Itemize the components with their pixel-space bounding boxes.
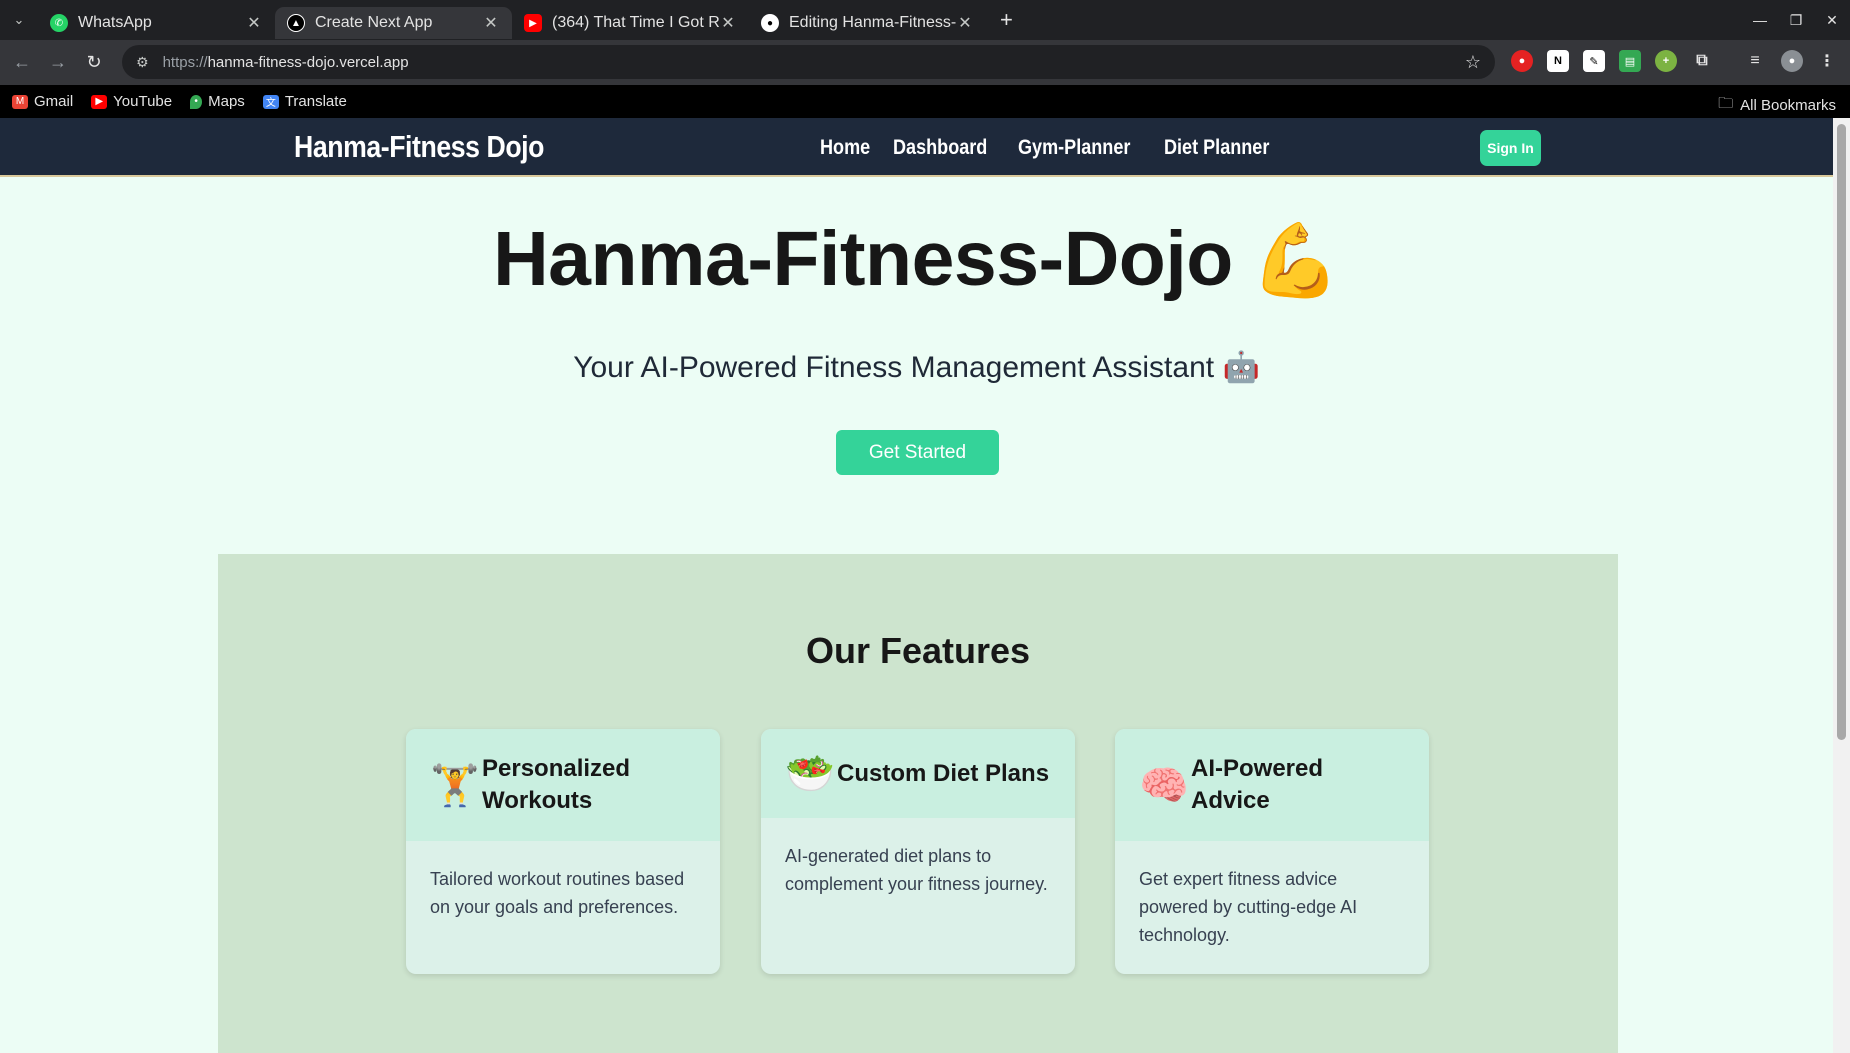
feature-card-advice: 🧠 AI-Powered Advice Get expert fitness a… [1115, 729, 1429, 974]
tab-youtube[interactable]: ▶ (364) That Time I Got Re ✕ [512, 7, 749, 39]
extension-icon[interactable]: ✎ [1583, 50, 1605, 72]
tab-title: Editing Hanma-Fitness-D [789, 14, 956, 31]
card-header: 🧠 AI-Powered Advice [1115, 729, 1429, 841]
bookmark-translate[interactable]: 文 Translate [262, 93, 347, 110]
url-scheme: https:// [162, 53, 208, 71]
nextjs-icon: ▲ [287, 14, 305, 32]
nav-dashboard[interactable]: Dashboard [893, 136, 987, 160]
card-description: Tailored workout routines based on your … [430, 869, 685, 917]
address-bar[interactable]: ⚙ https://hanma-fitness-dojo.vercel.app … [122, 45, 1495, 79]
tab-search-icon[interactable]: ⌄ [0, 0, 38, 40]
salad-icon: 🥗 [785, 752, 835, 796]
weightlifter-icon: 🏋️ [430, 763, 480, 808]
close-icon[interactable]: ✕ [245, 13, 263, 33]
tab-title: (364) That Time I Got Re [552, 14, 719, 31]
back-icon[interactable]: ← [4, 52, 40, 73]
avatar[interactable]: ● [1781, 50, 1803, 72]
site-brand[interactable]: Hanma-Fitness Dojo [294, 129, 544, 165]
gmail-icon: M [12, 94, 28, 109]
site-info-icon[interactable]: ⚙ [136, 54, 149, 71]
features-title: Our Features [805, 630, 1031, 671]
bookmark-label: Gmail [34, 93, 74, 110]
tab-title: Create Next App [315, 14, 433, 31]
card-title: AI-Powered Advice [1191, 755, 1324, 814]
notion-icon[interactable]: N [1547, 50, 1569, 72]
tab-github[interactable]: ● Editing Hanma-Fitness-D ✕ [749, 7, 986, 39]
media-control-icon[interactable]: ≡ [1744, 50, 1766, 72]
web-page: Hanma-Fitness Dojo Home Dashboard Gym-Pl… [0, 118, 1833, 1053]
nav-links: Home Dashboard Gym-Planner Diet Planner [820, 136, 1301, 160]
extension-icon[interactable]: ● [1511, 50, 1533, 72]
robot-icon: 🤖 [1222, 351, 1260, 384]
close-icon[interactable]: ✕ [719, 13, 737, 33]
flexed-biceps-icon: 💪 [1250, 221, 1341, 301]
sign-in-button[interactable]: Sign In [1480, 130, 1541, 166]
kebab-menu-icon[interactable]: ⋮ [1816, 50, 1838, 72]
all-bookmarks[interactable]: 🗀 All Bookmarks [1718, 93, 1836, 118]
card-header: 🏋️ Personalized Workouts [406, 729, 720, 841]
card-header: 🥗 Custom Diet Plans [761, 729, 1075, 818]
bookmarks-bar: M Gmail ▶ YouTube • Maps 文 Translate 🗀 A… [0, 85, 1850, 118]
all-bookmarks-label: All Bookmarks [1740, 97, 1836, 114]
card-title: Personalized Workouts [482, 755, 631, 814]
bookmark-star-icon[interactable]: ☆ [1465, 52, 1481, 73]
forward-icon[interactable]: → [40, 52, 76, 73]
new-tab-icon[interactable]: + [1000, 7, 1013, 33]
feature-card-workouts: 🏋️ Personalized Workouts Tailored workou… [406, 729, 720, 974]
close-icon[interactable]: ✕ [956, 13, 974, 33]
features-section: Our Features 🏋️ Personalized Workouts Ta… [218, 554, 1618, 1053]
scrollbar-thumb[interactable] [1837, 124, 1846, 740]
url-host: hanma-fitness-dojo.vercel.app [207, 53, 409, 71]
tab-create-next-app[interactable]: ▲ Create Next App ✕ [275, 7, 512, 39]
feature-card-diet: 🥗 Custom Diet Plans AI-generated diet pl… [761, 729, 1075, 974]
puzzle-icon[interactable]: ⧉ [1691, 50, 1713, 72]
hero-subtitle: Your AI-Powered Fitness Management Assis… [0, 350, 1833, 385]
card-description: Get expert fitness advice powered by cut… [1139, 869, 1358, 945]
minimize-icon[interactable]: — [1742, 12, 1778, 28]
youtube-icon: ▶ [524, 14, 542, 32]
page-scrollbar[interactable] [1833, 118, 1850, 1053]
brain-icon: 🧠 [1139, 763, 1189, 808]
youtube-icon: ▶ [91, 94, 108, 109]
extension-icon[interactable]: ▤ [1619, 50, 1641, 72]
site-navbar: Hanma-Fitness Dojo Home Dashboard Gym-Pl… [0, 118, 1833, 177]
hero-title: Hanma-Fitness-Dojo 💪 [0, 215, 1833, 304]
folder-icon: 🗀 [1718, 95, 1734, 112]
whatsapp-icon: ✆ [50, 14, 68, 32]
reload-icon[interactable]: ↻ [76, 52, 112, 73]
close-icon[interactable]: ✕ [482, 13, 500, 33]
nav-home[interactable]: Home [820, 136, 870, 160]
tab-strip: ⌄ ✆ WhatsApp ✕ ▲ Create Next App ✕ ▶ (36… [0, 0, 1850, 40]
card-title: Custom Diet Plans [837, 759, 1050, 787]
maps-icon: • [190, 94, 203, 109]
translate-icon: 文 [262, 94, 279, 109]
tab-title: WhatsApp [78, 14, 152, 31]
github-icon: ● [761, 14, 779, 32]
bookmark-label: Maps [208, 93, 245, 110]
hero-subtitle-text: Your AI-Powered Fitness Management Assis… [573, 351, 1215, 384]
tab-whatsapp[interactable]: ✆ WhatsApp ✕ [38, 7, 275, 39]
nav-gym-planner[interactable]: Gym-Planner [1018, 136, 1130, 160]
close-window-icon[interactable]: ✕ [1814, 12, 1850, 29]
extension-icon[interactable]: + [1655, 50, 1677, 72]
hero-title-text: Hanma-Fitness-Dojo [493, 216, 1233, 302]
browser-toolbar: ← → ↻ ⚙ https://hanma-fitness-dojo.verce… [0, 40, 1850, 85]
get-started-button[interactable]: Get Started [836, 430, 999, 475]
window-controls: — ❐ ✕ [1742, 0, 1850, 40]
card-description: AI-generated diet plans to complement yo… [785, 846, 1048, 894]
restore-icon[interactable]: ❐ [1778, 12, 1814, 29]
bookmark-youtube[interactable]: ▶ YouTube [91, 93, 172, 110]
bookmark-label: Translate [284, 93, 347, 110]
bookmark-gmail[interactable]: M Gmail [12, 93, 73, 110]
bookmark-label: YouTube [113, 93, 173, 110]
bookmark-maps[interactable]: • Maps [190, 93, 245, 110]
nav-diet-planner[interactable]: Diet Planner [1164, 136, 1269, 160]
